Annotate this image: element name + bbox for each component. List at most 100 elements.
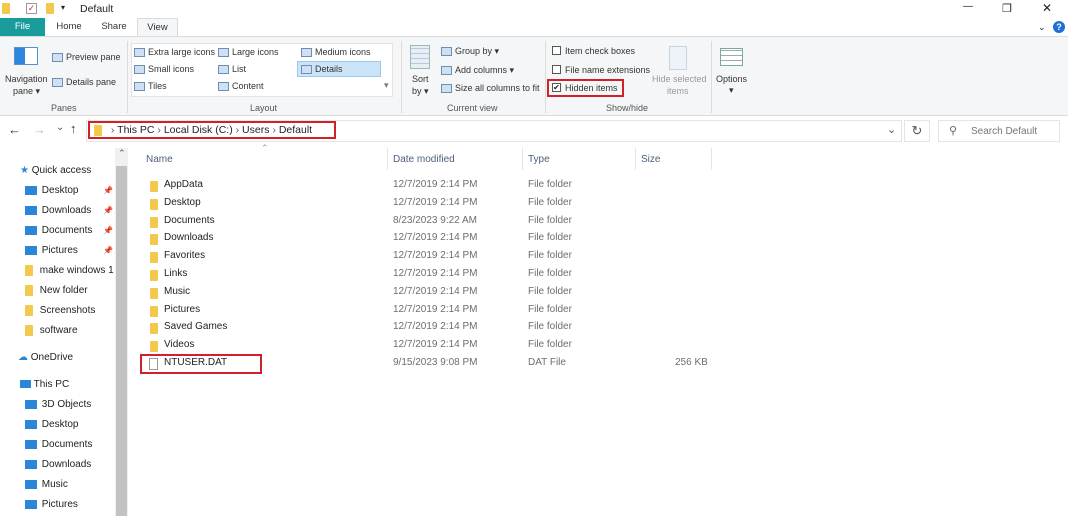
sidebar-pc-item-downloads[interactable]: Downloads [25, 459, 91, 470]
add-columns-button[interactable]: Add columns ▾ [441, 65, 514, 76]
back-button[interactable]: ← [8, 122, 21, 137]
file-date: 12/7/2019 2:14 PM [393, 250, 478, 262]
minimize-button[interactable]: — [963, 1, 973, 12]
sidebar-item-label: Pictures [41, 499, 78, 510]
layout-label: List [232, 64, 247, 74]
navigation-pane-button[interactable]: Navigation [5, 74, 48, 84]
recent-locations-button[interactable]: ⌄ [56, 122, 64, 133]
navigation-pane-dropdown[interactable]: pane ▾ [13, 86, 40, 97]
file-date: 12/7/2019 2:14 PM [393, 285, 478, 297]
group-by-icon [441, 47, 452, 57]
column-header-name[interactable]: Name [146, 154, 173, 165]
item-check-boxes-label: Item check boxes [565, 46, 636, 56]
forward-button[interactable]: → [33, 122, 46, 137]
sidebar-pc-item-music[interactable]: Music [25, 479, 68, 490]
layout-small-icons[interactable]: Small icons [134, 64, 195, 75]
layout-label: Extra large icons [148, 47, 216, 57]
size-columns-button[interactable]: Size all columns to fit [441, 83, 540, 94]
hidden-items-checkbox[interactable]: ✔ [552, 83, 561, 92]
small-icons-icon [134, 65, 145, 75]
table-row[interactable]: Desktop 12/7/2019 2:14 PM File folder [0, 194, 720, 212]
new-folder-icon[interactable] [46, 3, 54, 14]
tab-home[interactable]: Home [50, 18, 88, 36]
tab-view[interactable]: View [137, 18, 178, 37]
table-row[interactable]: Videos 12/7/2019 2:14 PM File folder [0, 336, 720, 354]
file-date: 8/23/2023 9:22 AM [393, 214, 477, 226]
column-header-type[interactable]: Type [528, 154, 550, 165]
layout-expand-icon[interactable]: ▾ [384, 80, 389, 91]
address-dropdown-button[interactable]: ⌄ [887, 123, 896, 136]
layout-large-icons[interactable]: Large icons [218, 47, 279, 58]
breadcrumb-this-pc[interactable]: This PC [117, 124, 154, 136]
tab-share[interactable]: Share [96, 18, 132, 36]
table-row[interactable]: NTUSER.DAT 9/15/2023 9:08 PM DAT File 25… [0, 354, 720, 372]
hide-selected-label2: items [667, 86, 689, 96]
layout-medium-icons[interactable]: Medium icons [301, 47, 371, 58]
file-type: File folder [528, 303, 572, 315]
file-name: AppData [164, 179, 203, 190]
sidebar-item-label: Desktop [41, 419, 79, 430]
file-name: Documents [164, 214, 215, 226]
table-row[interactable]: Downloads 12/7/2019 2:14 PM File folder [0, 229, 720, 247]
sidebar-pc-item-3d-objects[interactable]: 3D Objects [25, 399, 91, 410]
options-dropdown-icon[interactable]: ▾ [729, 85, 734, 96]
layout-tiles[interactable]: Tiles [134, 81, 167, 92]
sort-by-button[interactable]: Sort [412, 74, 429, 84]
extra-large-icons-icon [134, 48, 145, 58]
sidebar-quick-access[interactable]: ★ Quick access [20, 165, 91, 176]
customize-toolbar-icon[interactable]: ▾ [61, 3, 65, 12]
ribbon-tabs: File Home Share View ⌄ ? [0, 18, 1068, 37]
sidebar-this-pc[interactable]: This PC [20, 379, 69, 390]
breadcrumb-local-disk[interactable]: Local Disk (C:) [164, 124, 233, 136]
size-columns-icon [441, 84, 452, 94]
table-row[interactable]: AppData 12/7/2019 2:14 PM File folder [0, 176, 720, 194]
properties-icon[interactable]: ✓ [26, 3, 37, 14]
download-icon [25, 459, 37, 469]
search-input[interactable]: ⚲ Search Default [938, 120, 1060, 142]
up-button[interactable]: ↑ [70, 121, 77, 136]
table-row[interactable]: Favorites 12/7/2019 2:14 PM File folder [0, 247, 720, 265]
list-icon [218, 65, 229, 75]
refresh-button[interactable]: ↻ [904, 120, 930, 142]
sidebar-pc-item-pictures[interactable]: Pictures [25, 499, 78, 510]
layout-list[interactable]: List [218, 64, 247, 75]
table-row[interactable]: Pictures 12/7/2019 2:14 PM File folder [0, 301, 720, 319]
table-row[interactable]: Links 12/7/2019 2:14 PM File folder [0, 265, 720, 283]
sidebar-item-label: Downloads [41, 459, 92, 470]
sidebar-pc-item-desktop[interactable]: Desktop [25, 419, 78, 430]
sidebar-pc-item-documents[interactable]: Documents [25, 439, 92, 450]
layout-content[interactable]: Content [218, 81, 264, 92]
breadcrumb-users[interactable]: Users [242, 124, 269, 136]
help-icon[interactable]: ? [1053, 21, 1065, 33]
table-row[interactable]: Documents 8/23/2023 9:22 AM File folder [0, 212, 720, 230]
breadcrumb-default[interactable]: Default [279, 124, 312, 136]
column-header-date[interactable]: Date modified [393, 154, 455, 165]
options-button[interactable]: Options [716, 74, 747, 84]
group-by-button[interactable]: Group by ▾ [441, 46, 499, 57]
layout-extra-large-icons[interactable]: Extra large icons [134, 47, 216, 58]
maximize-button[interactable]: ❐ [1002, 2, 1012, 15]
file-type: File folder [528, 196, 572, 208]
search-icon: ⚲ [949, 125, 958, 137]
column-header-size[interactable]: Size [641, 154, 660, 165]
size-columns-label: Size all columns to fit [455, 83, 540, 93]
preview-pane-button[interactable]: Preview pane [52, 52, 121, 63]
details-pane-button[interactable]: Details pane [52, 77, 116, 88]
expand-ribbon-icon[interactable]: ⌄ [1038, 22, 1046, 33]
group-label-show-hide: Show/hide [606, 103, 649, 113]
file-date: 12/7/2019 2:14 PM [393, 179, 478, 190]
layout-label: Small icons [148, 64, 195, 74]
file-name: Videos [164, 339, 195, 351]
close-button[interactable]: ✕ [1042, 1, 1052, 15]
item-check-boxes-checkbox[interactable] [552, 46, 561, 55]
file-name: Desktop [164, 196, 201, 208]
tab-file[interactable]: File [0, 18, 45, 36]
file-name-extensions-checkbox[interactable] [552, 65, 561, 74]
desktop-icon [25, 419, 37, 429]
sort-by-dropdown[interactable]: by ▾ [412, 86, 429, 97]
table-row[interactable]: Music 12/7/2019 2:14 PM File folder [0, 283, 720, 301]
scroll-up-icon[interactable]: ⌃ [118, 148, 126, 159]
layout-label: Tiles [148, 81, 167, 91]
table-row[interactable]: Saved Games 12/7/2019 2:14 PM File folde… [0, 318, 720, 336]
layout-details[interactable]: Details [301, 64, 343, 75]
